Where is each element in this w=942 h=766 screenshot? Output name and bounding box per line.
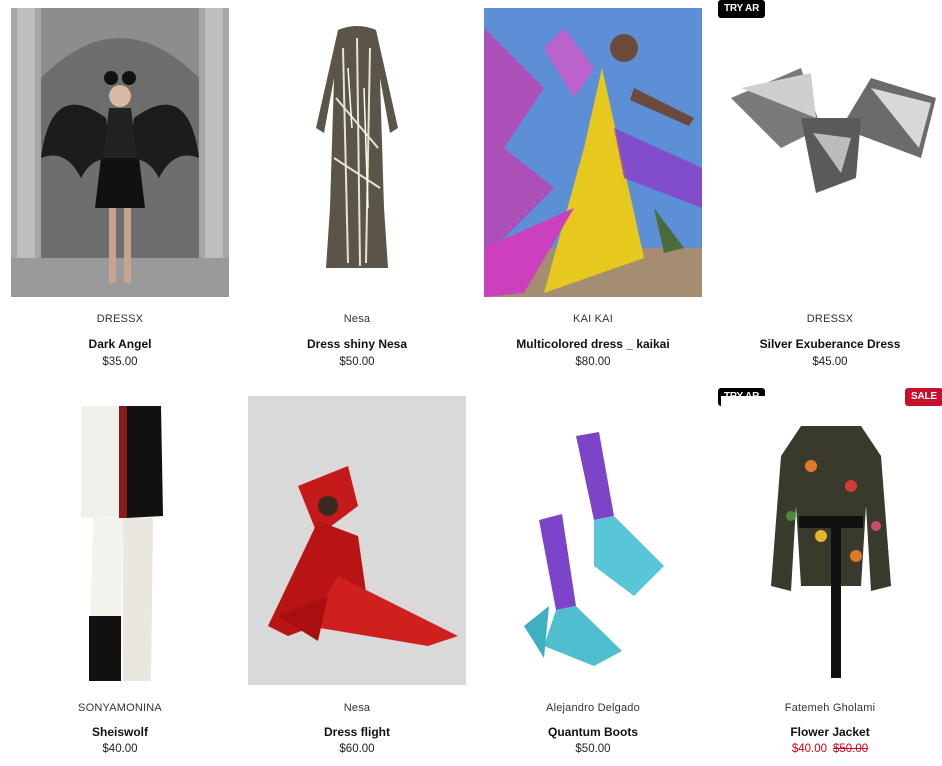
original-price: $50.00	[833, 743, 869, 755]
product-image[interactable]	[11, 8, 229, 297]
product-name[interactable]: Dark Angel	[11, 337, 229, 351]
product-grid: DRESSX Dark Angel $35.00 Nesa Dress shin…	[0, 0, 942, 766]
sale-badge: SALE	[905, 388, 942, 406]
product-image[interactable]	[484, 396, 702, 685]
product-image[interactable]	[11, 396, 229, 685]
product-name[interactable]: Quantum Boots	[484, 725, 702, 739]
product-price: $50.00	[339, 356, 375, 368]
product-name[interactable]: Dress shiny Nesa	[248, 337, 466, 351]
product-name[interactable]: Multicolored dress _ kaikai	[484, 337, 702, 351]
try-ar-badge: TRY AR	[718, 0, 766, 18]
product-price: $45.00	[812, 356, 848, 368]
product-brand: Alejandro Delgado	[546, 702, 640, 714]
product-brand: Nesa	[343, 313, 371, 325]
product-image[interactable]	[484, 8, 702, 297]
product-brand: DRESSX	[806, 313, 854, 325]
product-price: $40.00 $50.00	[721, 743, 939, 755]
product-card-silver-exuberance-dress[interactable]: TRY AR DRESSX Silver Exuberance Dress $4…	[718, 0, 939, 378]
product-name[interactable]: Silver Exuberance Dress	[721, 337, 939, 351]
sale-price: $40.00	[791, 743, 827, 755]
product-brand: DRESSX	[96, 313, 144, 325]
product-name[interactable]: Dress flight	[248, 725, 466, 739]
product-image[interactable]	[721, 8, 939, 297]
product-image[interactable]	[248, 8, 466, 297]
product-image[interactable]	[248, 396, 466, 685]
product-card-sheiswolf[interactable]: SONYAMONINA Sheiswolf $40.00	[11, 396, 229, 762]
product-name[interactable]: Flower Jacket	[721, 725, 939, 739]
product-brand: Fatemeh Gholami	[784, 702, 876, 714]
product-card-dress-shiny-nesa[interactable]: Nesa Dress shiny Nesa $50.00	[248, 8, 466, 378]
product-price: $35.00	[102, 356, 138, 368]
product-price: $80.00	[575, 356, 611, 368]
product-image[interactable]	[721, 396, 939, 685]
product-card-dress-flight[interactable]: Nesa Dress flight $60.00	[248, 396, 466, 762]
product-card-quantum-boots[interactable]: Alejandro Delgado Quantum Boots $50.00	[484, 388, 702, 762]
product-name[interactable]: Sheiswolf	[11, 725, 229, 739]
product-brand: KAI KAI	[573, 313, 613, 325]
product-card-multicolored-dress[interactable]: KAI KAI Multicolored dress _ kaikai $80.…	[484, 8, 702, 378]
product-price: $40.00	[102, 743, 138, 755]
product-brand: Nesa	[343, 702, 371, 714]
product-card-dark-angel[interactable]: DRESSX Dark Angel $35.00	[11, 8, 229, 378]
product-price: $50.00	[575, 743, 611, 755]
product-price: $60.00	[339, 743, 375, 755]
product-brand: SONYAMONINA	[78, 702, 162, 714]
product-card-flower-jacket[interactable]: SALE Fatemeh Gholami Flower Jacket $40.0…	[721, 388, 942, 762]
